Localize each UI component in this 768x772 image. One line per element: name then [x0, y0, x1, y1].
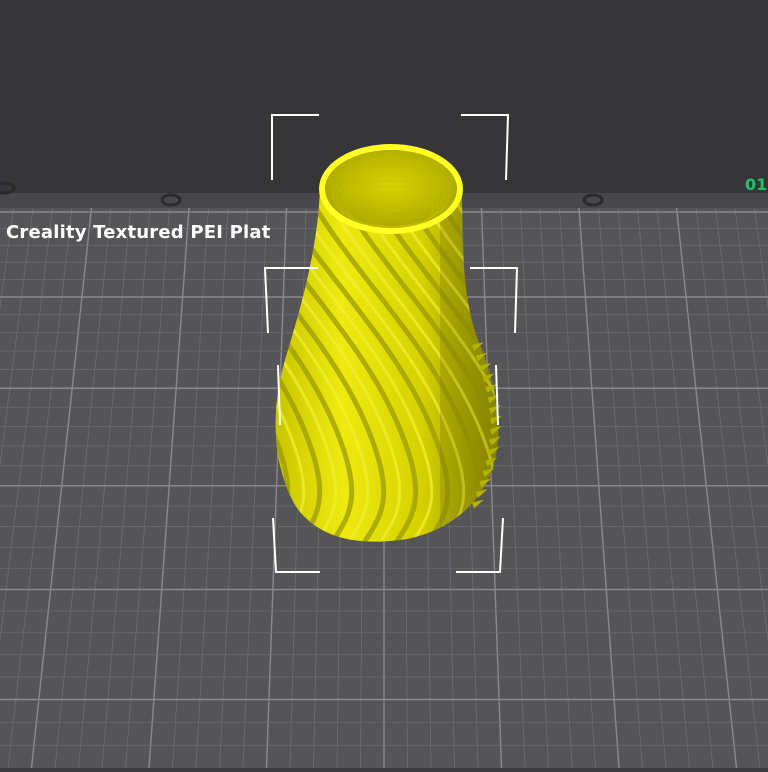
3d-viewport[interactable]: Creality Textured PEI Plat 01: [0, 0, 768, 768]
plate-name-label: Creality Textured PEI Plat: [6, 222, 271, 243]
plate-number-label: 01: [745, 175, 767, 194]
vase-opening-inner: [325, 150, 457, 228]
